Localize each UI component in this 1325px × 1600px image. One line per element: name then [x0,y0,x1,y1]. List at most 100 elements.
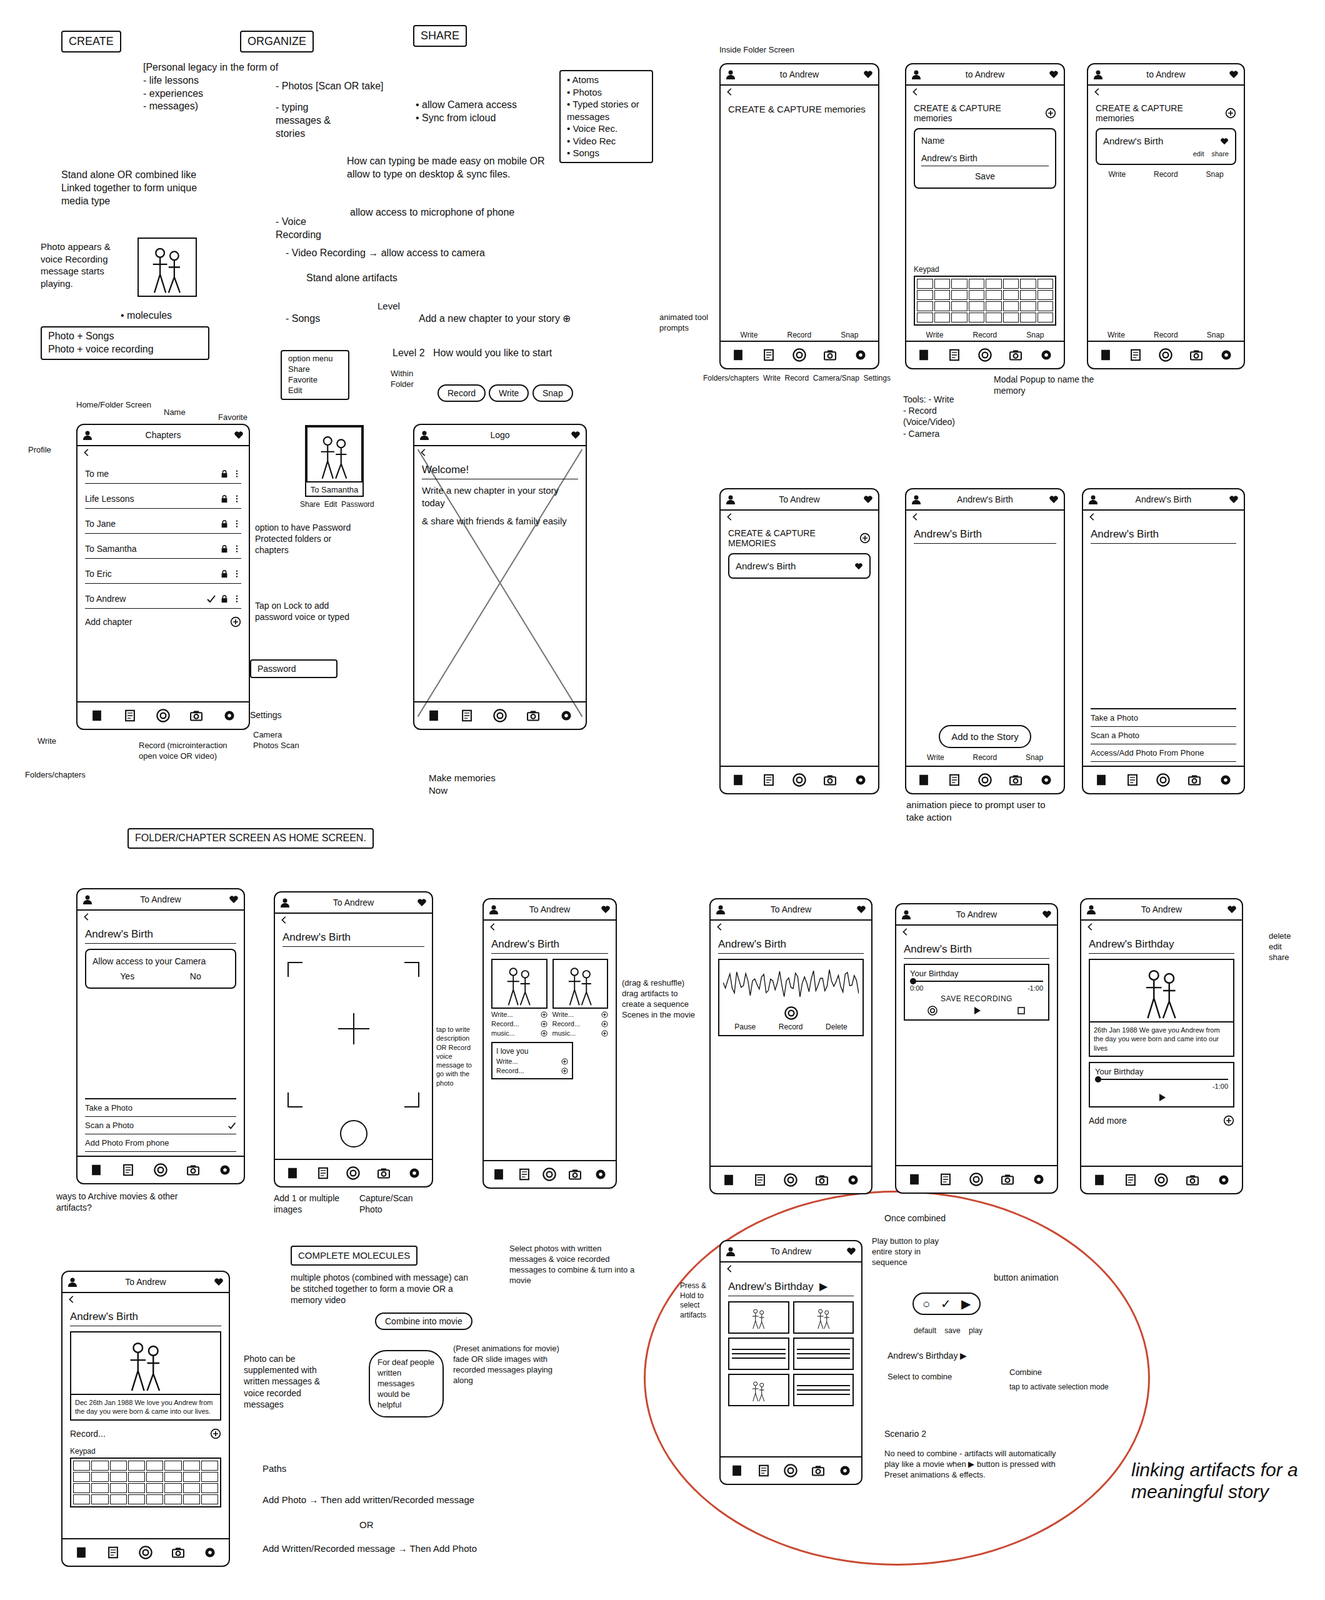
key[interactable] [916,290,934,300]
note-icon[interactable] [1123,1173,1138,1187]
chapter-row[interactable]: To Eric [85,563,242,584]
artifact-tile[interactable] [793,1373,855,1407]
key[interactable] [968,290,985,300]
chevron-icon[interactable] [715,922,725,932]
option-label[interactable]: Take a Photo [1090,713,1139,723]
chevron-icon[interactable] [911,87,920,97]
key[interactable] [91,1471,109,1482]
note-icon[interactable] [756,1463,771,1478]
add-row[interactable]: Add more [1088,1112,1235,1129]
heart-icon[interactable] [228,894,239,905]
chevron-icon[interactable] [725,87,735,97]
camera-icon[interactable] [189,708,204,723]
gear-icon[interactable] [218,1163,232,1177]
record-icon[interactable] [153,1163,168,1177]
profile-icon[interactable] [82,894,93,905]
gear-icon[interactable] [1216,1173,1231,1187]
record-icon[interactable] [978,773,992,787]
message-artifact[interactable]: I love youWrite...Record... [491,1041,574,1080]
photo-caption[interactable]: Dec 26th Jan 1988 We love you Andrew fro… [71,1395,220,1420]
tool-prompt[interactable]: Record [1153,330,1179,340]
folder-icon[interactable] [285,1166,300,1180]
note-icon[interactable] [316,1166,330,1180]
record-icon[interactable] [969,1172,984,1187]
chapter-name[interactable]: To Jane [85,518,203,529]
key[interactable] [201,1494,219,1505]
plus-icon[interactable] [1045,107,1057,119]
key[interactable] [164,1483,182,1494]
key[interactable] [146,1483,164,1494]
lock-icon[interactable] [220,544,229,554]
artifact-tile[interactable] [728,1373,790,1407]
folder-icon[interactable] [916,773,931,787]
dialog-button[interactable]: Yes [120,971,135,982]
note-icon[interactable] [947,773,962,787]
heart-icon[interactable] [1048,494,1059,505]
key[interactable] [951,278,968,289]
photo-caption[interactable]: 26th Jan 1988 We gave you Andrew from th… [1090,1022,1234,1056]
sheet-option[interactable]: Scan a Photo [85,1116,237,1135]
folder-icon[interactable] [731,773,745,787]
sheet-option[interactable]: Add Photo From phone [85,1134,237,1152]
key[interactable] [916,278,934,289]
note-icon[interactable] [753,1173,767,1187]
key[interactable] [934,290,951,300]
chevron-icon[interactable] [419,448,429,457]
note-icon[interactable] [517,1167,532,1182]
plus-icon[interactable] [540,1020,548,1028]
add-story-button[interactable]: Add to the Story [938,725,1032,749]
sketch-button[interactable]: Snap [532,384,574,402]
camera-icon[interactable] [1185,1173,1200,1187]
chapter-row[interactable]: To Andrew [85,588,242,609]
key[interactable] [183,1483,200,1494]
heart-icon[interactable] [863,69,874,80]
heart-icon[interactable] [1226,904,1237,915]
key[interactable] [934,301,951,312]
key[interactable] [1003,301,1020,312]
key[interactable] [73,1494,90,1505]
chevron-icon[interactable] [725,512,735,522]
key[interactable] [1020,278,1037,289]
note-icon[interactable] [121,1163,135,1177]
record-icon[interactable] [784,1006,799,1020]
folder-icon[interactable] [426,708,441,723]
camera-icon[interactable] [1008,773,1023,787]
profile-icon[interactable] [901,909,912,920]
gear-icon[interactable] [593,1167,608,1182]
tool-prompt[interactable]: Record [787,330,812,340]
chapter-name[interactable]: To Andrew [85,593,203,604]
dialog-button[interactable]: No [190,971,202,982]
key[interactable] [1037,301,1054,312]
plus-icon[interactable] [561,1058,569,1065]
play-icon[interactable] [1156,1092,1167,1103]
key[interactable] [1037,312,1054,323]
profile-icon[interactable] [67,1276,78,1287]
tool-label[interactable]: Record [973,753,998,762]
artifact-tile[interactable] [728,1337,790,1370]
camera-icon[interactable] [526,708,540,723]
add-row[interactable]: CREATE & CAPTURE memories [913,103,1057,124]
dots-icon[interactable] [232,469,242,479]
plus-icon[interactable] [601,1020,609,1028]
record-icon[interactable] [792,348,807,362]
record-icon[interactable] [493,708,507,723]
add-label[interactable]: CREATE & CAPTURE MEMORIES [728,528,855,549]
save-recording-button[interactable]: SAVE RECORDING [910,994,1044,1004]
plus-icon[interactable] [601,1011,609,1019]
camera-icon[interactable] [823,348,837,362]
option-label[interactable]: music... [491,1029,515,1037]
heart-icon[interactable] [213,1276,224,1287]
tool-label[interactable]: Write [1108,170,1126,179]
sketch-button[interactable]: Record [437,384,486,402]
key[interactable] [985,301,1002,312]
option-label[interactable]: Add Photo From phone [85,1138,169,1148]
profile-icon[interactable] [82,430,93,440]
add-row[interactable]: Record... [70,1425,222,1442]
chapter-name[interactable]: To Eric [85,568,203,579]
key[interactable] [968,301,985,312]
key[interactable] [164,1460,182,1471]
plus-icon[interactable] [1223,1115,1235,1127]
option-label[interactable]: Write... [496,1057,519,1065]
sketch-button[interactable]: Write [488,384,529,402]
plus-icon[interactable] [540,1011,548,1019]
